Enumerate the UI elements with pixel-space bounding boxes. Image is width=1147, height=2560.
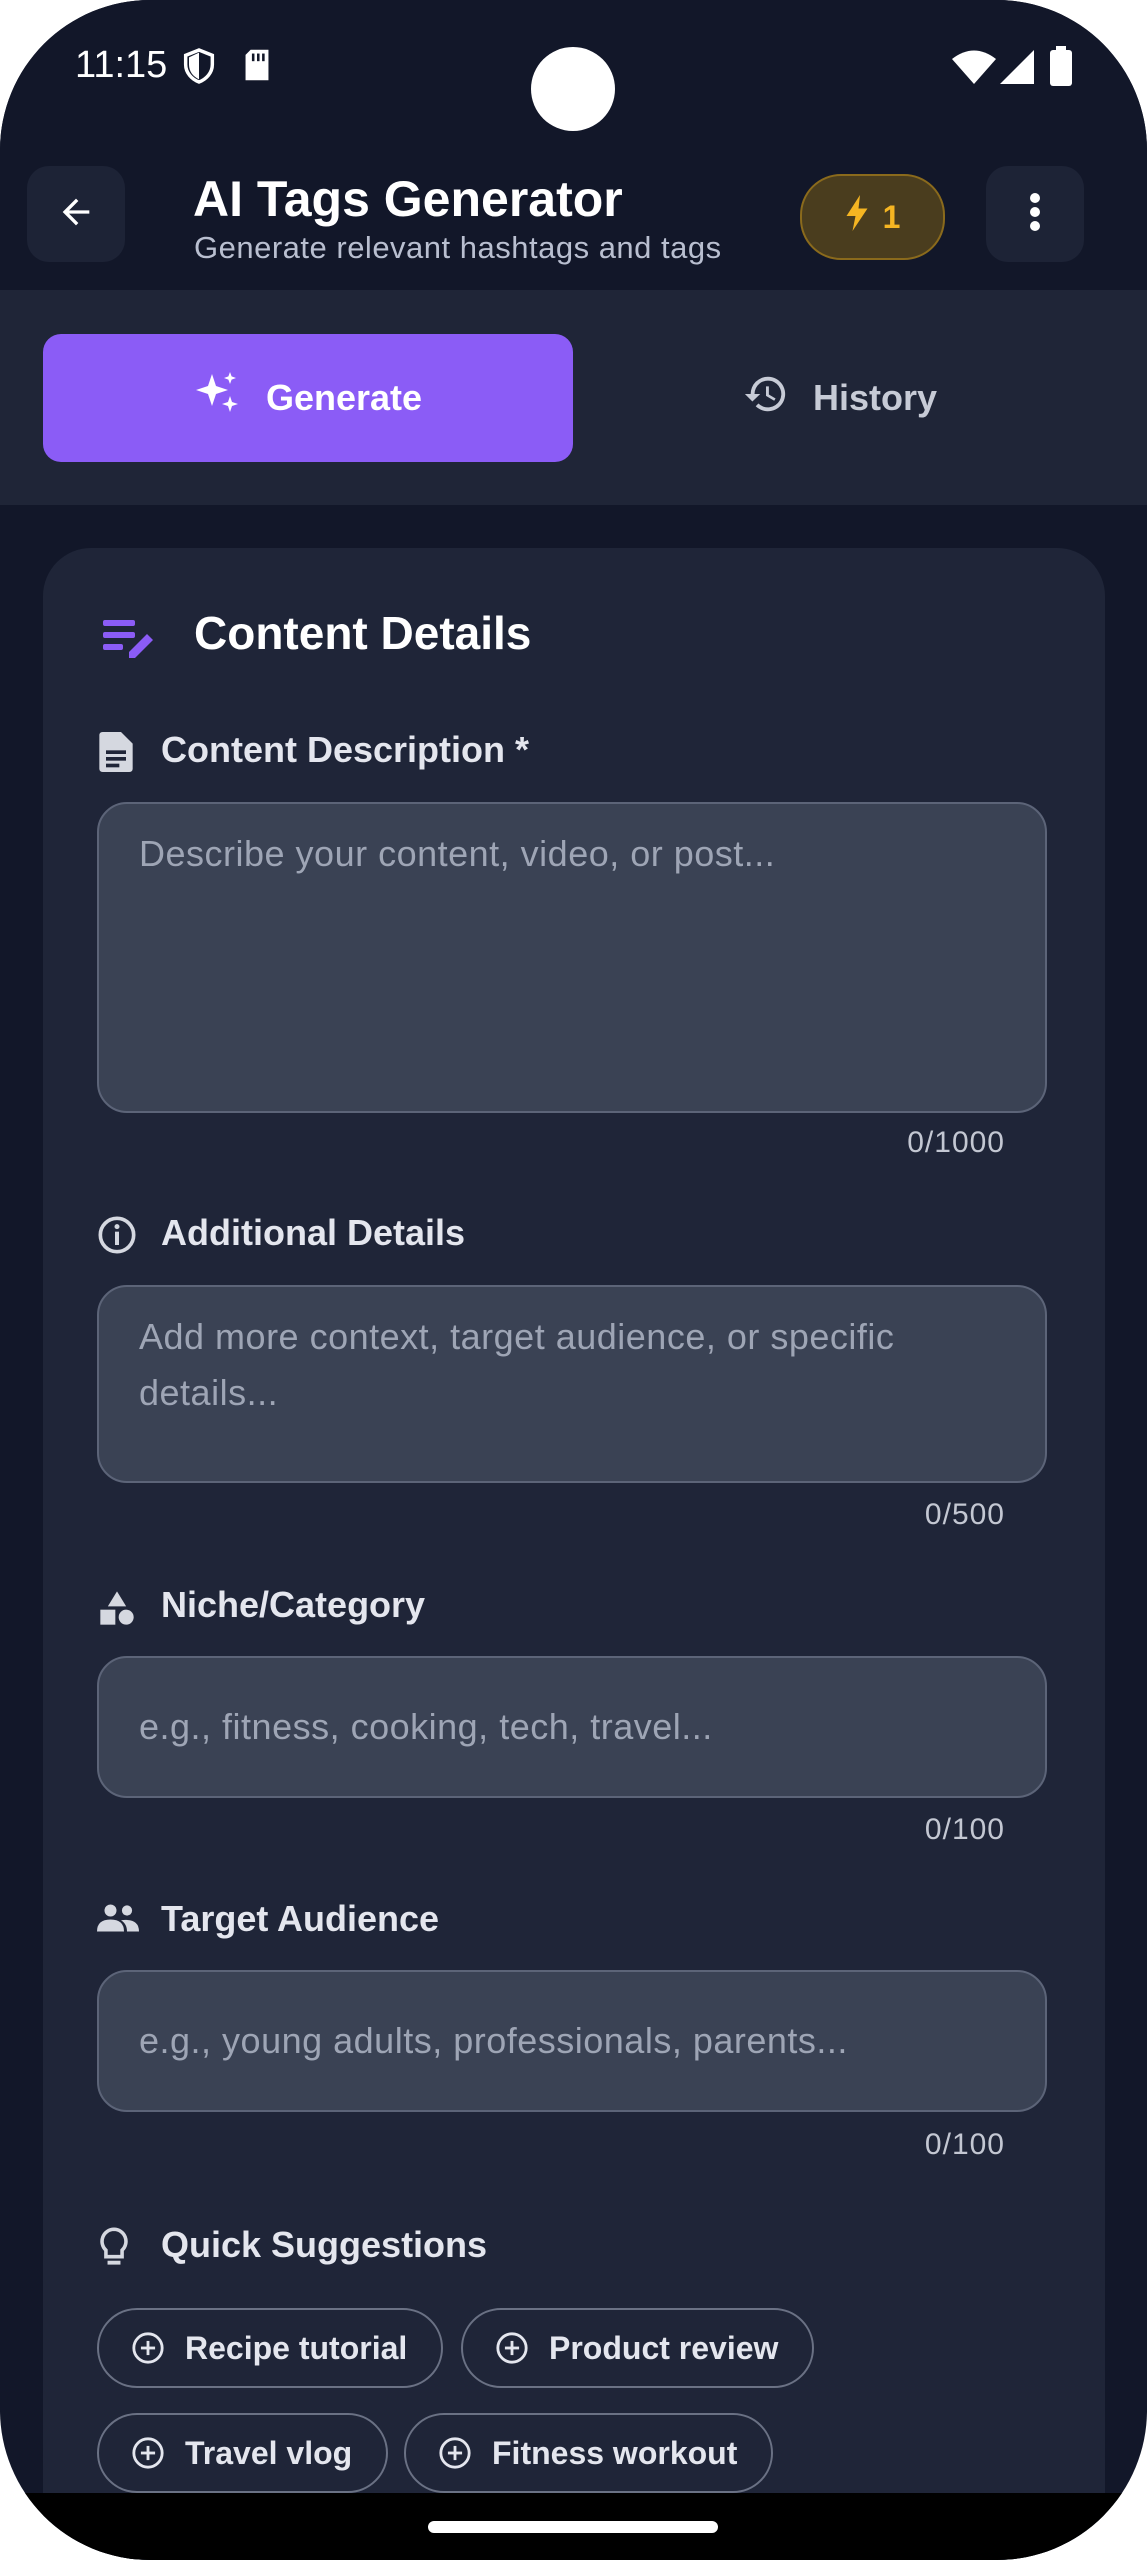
page-title: AI Tags Generator [193,171,623,227]
quick-suggestions-label: Quick Suggestions [161,2224,488,2265]
phone-screen: 11:15 AI Tags Generator Generate relevan… [0,0,1147,2560]
add-circle-icon [131,2331,165,2365]
sparkle-icon [194,370,242,427]
suggestion-chip-label: Product review [549,2329,779,2366]
additional-details-label: Additional Details [161,1212,466,1253]
content-description-counter: 0/1000 [907,1126,1005,1159]
tab-generate-label: Generate [265,377,423,418]
cellular-signal-icon [1000,50,1034,89]
suggestion-chip-label: Travel vlog [185,2434,353,2471]
credits-badge[interactable]: 1 [800,174,945,260]
suggestion-chip-label: Recipe tutorial [185,2329,408,2366]
content-details-card: Content Details Content Description * De… [43,548,1105,2560]
info-icon [97,1215,137,1260]
suggestion-chip-label: Fitness workout [492,2434,738,2471]
lightbulb-icon [97,2226,131,2273]
battery-icon [1050,46,1072,91]
content-description-label: Content Description * [161,729,530,770]
edit-note-icon [101,614,157,667]
card-title: Content Details [194,607,532,659]
niche-category-label: Niche/Category [161,1584,426,1625]
suggestion-chip[interactable]: Fitness workout [404,2413,774,2493]
document-icon [97,732,135,777]
add-circle-icon [495,2331,529,2365]
target-audience-label: Target Audience [161,1898,440,1939]
content-description-input[interactable]: Describe your content, video, or post... [97,802,1047,1113]
additional-details-input[interactable]: Add more context, target audience, or sp… [97,1285,1047,1483]
arrow-back-icon [56,192,96,237]
people-icon [97,1902,139,1939]
more-menu-button[interactable] [986,166,1084,262]
status-time: 11:15 [75,44,168,86]
back-button[interactable] [27,166,125,262]
suggestion-chip[interactable]: Travel vlog [97,2413,389,2493]
page-subtitle: Generate relevant hashtags and tags [194,230,722,265]
history-icon [743,371,789,426]
tab-history[interactable]: History [600,334,1080,462]
suggestion-chip[interactable]: Recipe tutorial [97,2308,444,2388]
more-vert-icon [1029,192,1041,237]
suggestion-chip[interactable]: Product review [461,2308,815,2388]
bolt-icon [845,195,869,239]
add-circle-icon [438,2436,472,2470]
additional-details-counter: 0/500 [924,1498,1005,1531]
tab-generate[interactable]: Generate [43,334,573,462]
wifi-icon [952,50,996,89]
target-audience-counter: 0/100 [924,2128,1005,2161]
app-bar: AI Tags Generator Generate relevant hash… [0,140,1147,290]
home-gesture-handle[interactable] [428,2521,718,2533]
niche-category-counter: 0/100 [924,1813,1005,1846]
tab-bar: Generate History [0,290,1147,505]
sd-card-icon [243,48,271,87]
add-circle-icon [131,2436,165,2470]
credits-count: 1 [882,198,901,235]
category-icon [97,1588,137,1633]
niche-category-input[interactable]: e.g., fitness, cooking, tech, travel... [97,1656,1047,1798]
tab-history-label: History [812,377,938,418]
target-audience-input[interactable]: e.g., young adults, professionals, paren… [97,1970,1047,2112]
shield-icon [183,48,215,89]
camera-cutout [531,47,615,131]
